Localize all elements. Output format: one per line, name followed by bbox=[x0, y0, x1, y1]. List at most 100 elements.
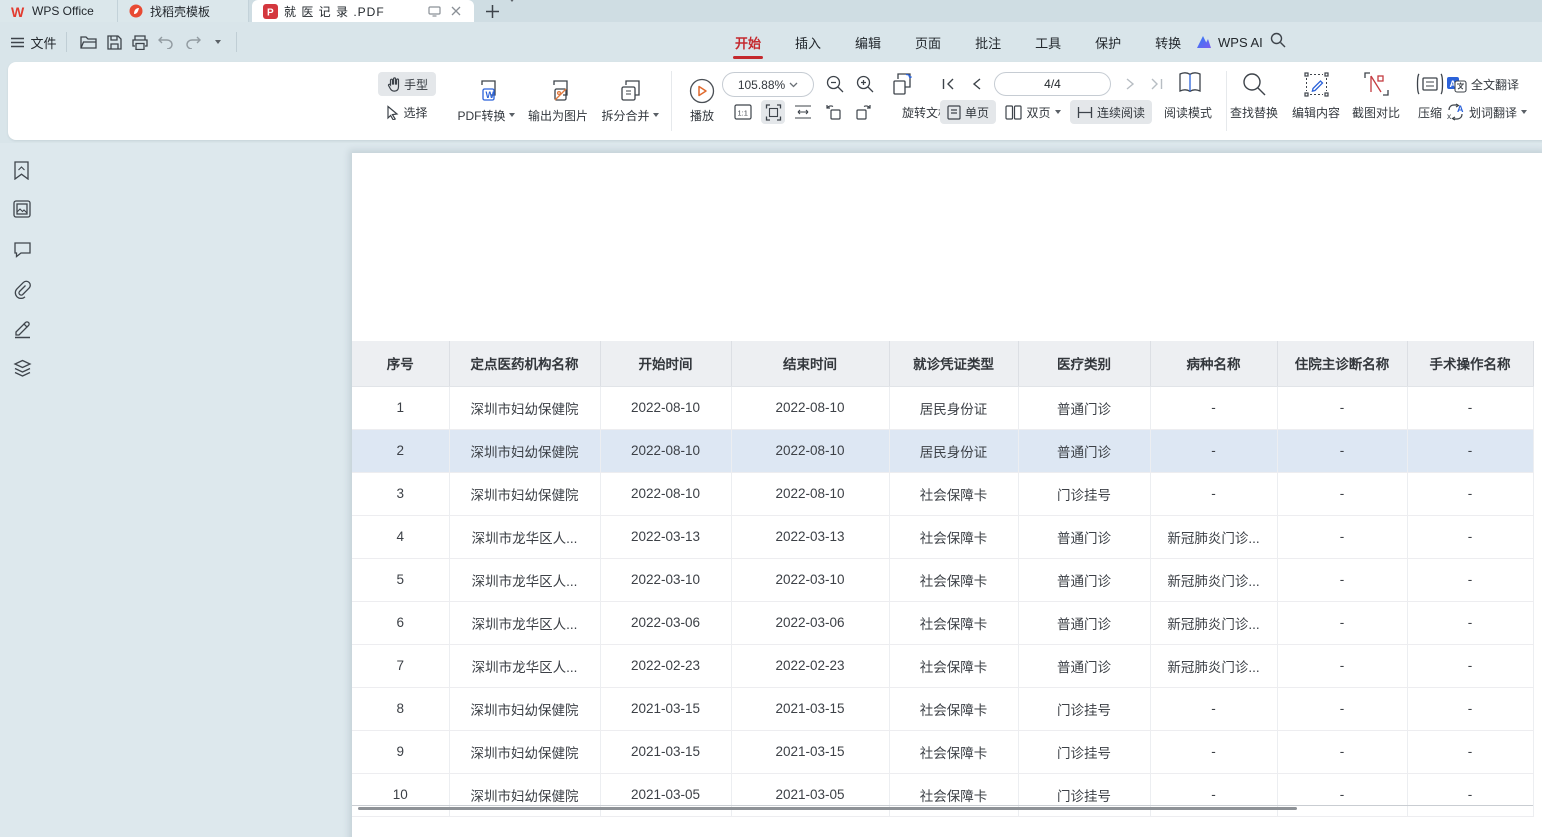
menu-tab-tools[interactable]: 工具 bbox=[1033, 22, 1063, 62]
table-row: 8深圳市妇幼保健院2021-03-152021-03-15社会保障卡门诊挂号--… bbox=[352, 687, 1533, 730]
continuous-read-button[interactable]: 连续阅读 bbox=[1070, 100, 1152, 124]
table-cell: 2022-03-06 bbox=[600, 601, 731, 644]
table-horizontal-scrollbar[interactable] bbox=[358, 807, 1297, 810]
menu-tab-edit[interactable]: 编辑 bbox=[853, 22, 883, 62]
menu-tab-convert[interactable]: 转换 bbox=[1153, 22, 1183, 62]
column-header: 住院主诊断名称 bbox=[1277, 341, 1407, 386]
table-cell: 新冠肺炎门诊... bbox=[1150, 601, 1277, 644]
table-cell: 深圳市龙华区人... bbox=[449, 558, 600, 601]
screenshot-compare-button[interactable]: 截图对比 bbox=[1340, 100, 1412, 124]
actual-size-button[interactable]: 1:1 bbox=[731, 100, 755, 124]
new-tab-button[interactable] bbox=[486, 5, 499, 18]
play-icon bbox=[689, 78, 715, 104]
table-cell: 深圳市妇幼保健院 bbox=[449, 386, 600, 429]
table-cell: 新冠肺炎门诊... bbox=[1150, 644, 1277, 687]
fit-page-button[interactable] bbox=[761, 100, 785, 124]
svg-text:W: W bbox=[11, 5, 25, 18]
column-header: 医疗类别 bbox=[1018, 341, 1150, 386]
undo-button[interactable] bbox=[152, 22, 178, 62]
menu-tab-page[interactable]: 页面 bbox=[913, 22, 943, 62]
table-cell: - bbox=[1277, 601, 1407, 644]
tab-list-chevron-icon[interactable] bbox=[509, 2, 515, 20]
menu-tab-home[interactable]: 开始 bbox=[733, 22, 763, 62]
column-header: 就诊凭证类型 bbox=[889, 341, 1018, 386]
hand-icon bbox=[386, 77, 400, 92]
page-number-input[interactable] bbox=[994, 72, 1111, 96]
table-cell: 社会保障卡 bbox=[889, 644, 1018, 687]
play-button[interactable]: 播放 bbox=[676, 70, 728, 132]
zoom-level-select[interactable]: 105.88% bbox=[722, 72, 814, 97]
print-button[interactable] bbox=[126, 22, 154, 62]
divider bbox=[66, 32, 67, 52]
menu-tab-comment[interactable]: 批注 bbox=[973, 22, 1003, 62]
table-cell: 深圳市龙华区人... bbox=[449, 601, 600, 644]
divider bbox=[236, 32, 237, 52]
single-page-icon bbox=[947, 105, 961, 120]
select-tool-button[interactable]: 选择 bbox=[378, 100, 436, 124]
hand-tool-button[interactable]: 手型 bbox=[378, 72, 436, 96]
tab-wps-office[interactable]: W WPS Office bbox=[0, 0, 118, 22]
wps-ai-button[interactable]: WPS AI bbox=[1196, 22, 1263, 62]
continuous-read-icon bbox=[1077, 106, 1093, 119]
table-cell: - bbox=[1277, 429, 1407, 472]
pdf-convert-icon: W bbox=[474, 79, 499, 104]
double-page-button[interactable]: 双页 bbox=[1002, 100, 1064, 124]
menu-search-icon[interactable] bbox=[1270, 32, 1286, 48]
rotate-right-button[interactable] bbox=[851, 100, 875, 124]
close-tab-icon[interactable] bbox=[448, 3, 464, 19]
table-cell: 新冠肺炎门诊... bbox=[1150, 515, 1277, 558]
tab-template-store[interactable]: 找稻壳模板 bbox=[118, 0, 249, 22]
full-translate-button[interactable]: A 全文翻译 bbox=[1446, 72, 1542, 96]
table-cell: - bbox=[1150, 472, 1277, 515]
table-row: 2深圳市妇幼保健院2022-08-102022-08-10居民身份证普通门诊--… bbox=[352, 429, 1533, 472]
table-header-row: 序号定点医药机构名称开始时间结束时间就诊凭证类型医疗类别病种名称住院主诊断名称手… bbox=[352, 341, 1533, 386]
compress-icon bbox=[1410, 70, 1450, 98]
zoom-out-button[interactable] bbox=[822, 72, 848, 96]
chevron-down-icon bbox=[789, 82, 798, 88]
last-page-button[interactable] bbox=[1144, 72, 1168, 96]
signature-panel-icon[interactable] bbox=[13, 319, 32, 339]
wps-ai-icon bbox=[1196, 35, 1212, 49]
table-cell: 2022-02-23 bbox=[600, 644, 731, 687]
redo-button[interactable] bbox=[180, 22, 206, 62]
bookmarks-panel-icon[interactable] bbox=[13, 161, 30, 180]
open-file-button[interactable] bbox=[74, 22, 102, 62]
window-tab-bar: W WPS Office 找稻壳模板 P 就 医 记 录 .PDF bbox=[0, 0, 1542, 22]
table-cell: 社会保障卡 bbox=[889, 730, 1018, 773]
layers-panel-icon[interactable] bbox=[13, 359, 32, 378]
tab-document-active[interactable]: P 就 医 记 录 .PDF bbox=[252, 0, 474, 22]
save-button[interactable] bbox=[100, 22, 128, 62]
column-header: 序号 bbox=[352, 341, 449, 386]
chevron-down-icon bbox=[1521, 110, 1527, 114]
menu-tab-protect[interactable]: 保护 bbox=[1093, 22, 1123, 62]
table-cell: 社会保障卡 bbox=[889, 472, 1018, 515]
file-menu-button[interactable]: 文件 bbox=[8, 22, 60, 62]
table-cell: - bbox=[1150, 386, 1277, 429]
document-title: 就 医 记 录 .PDF bbox=[284, 3, 420, 20]
table-row: 5深圳市龙华区人...2022-03-102022-03-10社会保障卡普通门诊… bbox=[352, 558, 1533, 601]
table-cell: 深圳市妇幼保健院 bbox=[449, 472, 600, 515]
word-translate-button[interactable]: xA 划词翻译 bbox=[1446, 100, 1542, 124]
menu-tab-insert[interactable]: 插入 bbox=[793, 22, 823, 62]
follow-mode-icon[interactable] bbox=[426, 3, 442, 19]
divider bbox=[671, 71, 672, 131]
comments-panel-icon[interactable] bbox=[13, 241, 32, 258]
fit-width-button[interactable] bbox=[791, 100, 815, 124]
zoom-in-button[interactable] bbox=[852, 72, 878, 96]
quick-access-chevron-icon[interactable] bbox=[206, 22, 230, 62]
word-translate-icon: xA bbox=[1446, 103, 1465, 121]
attachments-panel-icon[interactable] bbox=[13, 280, 32, 299]
split-merge-button[interactable]: 拆分合并 bbox=[588, 70, 672, 132]
table-cell: 2022-08-10 bbox=[731, 429, 889, 472]
next-page-button[interactable] bbox=[1118, 72, 1142, 96]
prev-page-button[interactable] bbox=[964, 72, 988, 96]
single-page-button[interactable]: 单页 bbox=[940, 100, 996, 124]
read-mode-button[interactable]: 阅读模式 bbox=[1156, 100, 1220, 124]
table-cell: 5 bbox=[352, 558, 449, 601]
table-cell: - bbox=[1407, 515, 1533, 558]
table-cell: - bbox=[1407, 644, 1533, 687]
table-cell: 9 bbox=[352, 730, 449, 773]
thumbnails-panel-icon[interactable] bbox=[13, 200, 31, 218]
first-page-button[interactable] bbox=[936, 72, 960, 96]
rotate-left-button[interactable] bbox=[821, 100, 845, 124]
